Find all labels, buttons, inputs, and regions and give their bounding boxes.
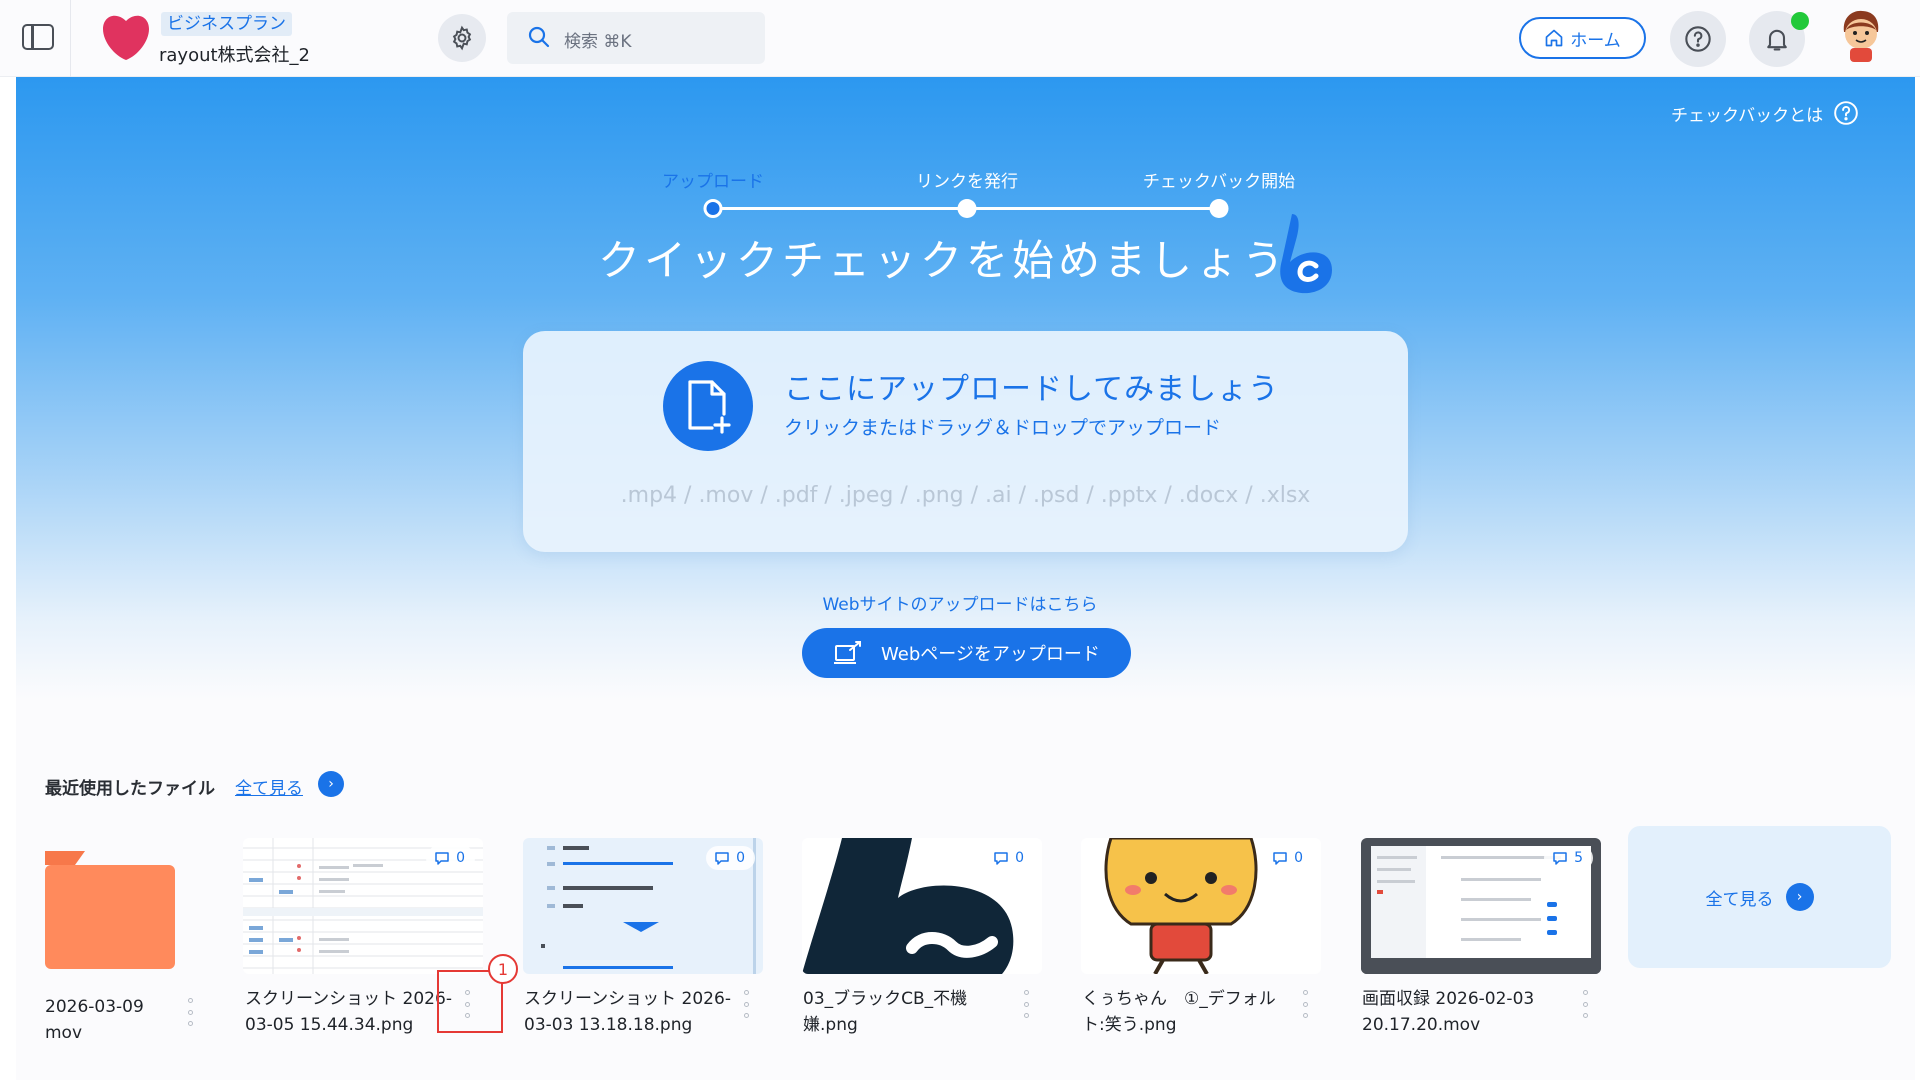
file-name[interactable]: スクリーンショット 2026- 03-03 13.18.18.png [524,986,734,1038]
top-header: ビジネスプラン rayout株式会社_2 検索 ⌘K ホーム [0,0,1920,77]
help-circle-icon [1834,101,1858,125]
step-label-upload: アップロード [662,172,764,192]
comment-count: 0 [736,850,745,866]
bell-icon [1767,29,1787,51]
see-all-tile-label: 全て見る [1705,889,1774,910]
comment-count-badge: 5 [1544,846,1593,870]
help-button[interactable] [1670,11,1726,67]
file-thumbnail[interactable]: 5 [1361,838,1601,974]
file-name[interactable]: スクリーンショット 2026- 03-05 15.44.34.png [245,986,455,1038]
comment-count: 0 [1294,850,1303,866]
file-name-line2: 嫌.png [803,1015,858,1035]
sidebar-toggle-icon[interactable] [22,24,54,50]
file-name-line1: スクリーンショット 2026- [524,989,731,1009]
file-name[interactable]: 2026-03-09 mov [45,994,255,1046]
upload-subtitle: クリックまたはドラッグ＆ドロップでアップロード [784,417,1222,439]
file-name[interactable]: 画面収録 2026-02-03 20.17.20.mov [1362,986,1572,1038]
file-name-line1: 画面収録 2026-02-03 [1362,989,1535,1009]
org-logo[interactable] [101,12,151,62]
home-label: ホーム [1570,30,1621,51]
hero-title: クイックチェックを始めましょう [598,236,1289,285]
step-label-issue-link: リンクを発行 [916,172,1018,192]
file-name-line1: スクリーンショット 2026- [245,989,452,1009]
file-name-line1: 2026-03-09 [45,997,144,1017]
recent-files-title: 最近使用したファイル [45,779,215,799]
more-options-icon[interactable] [1021,990,1031,1018]
web-upload-button-label: Webページをアップロード [881,644,1100,665]
file-thumbnail[interactable]: 0 [243,838,483,974]
step-dot-upload [703,199,723,218]
file-name[interactable]: 03_ブラックCB_不機 嫌.png [803,986,1013,1038]
user-avatar[interactable] [1836,8,1886,66]
more-options-icon[interactable] [1580,990,1590,1018]
file-name-line1: くぅちゃん ①_デフォル [1082,989,1276,1009]
comment-icon [715,852,729,865]
supported-formats: .mp4 / .mov / .pdf / .jpeg / .png / .ai … [620,483,1311,508]
file-name-line2: 03-03 13.18.18.png [524,1015,693,1035]
comment-count: 5 [1574,850,1583,866]
comment-icon [435,852,449,865]
web-upload-button[interactable]: Webページをアップロード [802,628,1131,678]
brand-mark-icon [1280,214,1332,294]
step-label-start-checkback: チェックバック開始 [1142,172,1296,192]
chevron-right-icon[interactable]: › [318,771,344,797]
file-name-line2: mov [45,1023,83,1043]
comment-count-badge: 0 [426,846,475,870]
comment-icon [1273,852,1287,865]
upload-title: ここにアップロードしてみましょう [784,372,1280,407]
step-dot-start-checkback [1209,199,1229,218]
file-name[interactable]: くぅちゃん ①_デフォル ト:笑う.png [1082,986,1292,1038]
home-button[interactable]: ホーム [1519,17,1646,59]
comment-count-badge: 0 [1264,846,1313,870]
help-icon [1685,26,1711,52]
comment-icon [994,852,1008,865]
org-name[interactable]: rayout株式会社_2 [159,41,310,67]
file-thumbnail[interactable]: 0 [1081,838,1321,974]
search-input[interactable]: 検索 ⌘K [507,12,765,64]
settings-button[interactable] [438,14,486,62]
web-upload-link[interactable]: Webサイトのアップロードはこちら [0,590,1920,615]
upload-dropzone[interactable]: ここにアップロードしてみましょう クリックまたはドラッグ＆ドロップでアップロード… [523,331,1408,552]
plan-badge: ビジネスプラン [161,12,292,36]
step-dot-issue-link [957,199,977,218]
whats-checkback-link[interactable]: チェックバックとは [1671,100,1859,126]
folder-icon[interactable] [45,851,175,969]
file-thumbnail[interactable]: 0 [523,838,763,974]
annotation-marker: 1 [488,954,518,984]
comment-count-badge: 0 [985,846,1034,870]
gear-icon [452,25,472,51]
home-icon [1545,29,1563,47]
file-add-icon [663,361,753,451]
file-name-line1: 03_ブラックCB_不機 [803,989,968,1009]
see-all-tile[interactable]: 全て見る › [1628,826,1891,968]
chevron-right-icon: › [1785,883,1814,911]
file-name-line2: 20.17.20.mov [1362,1015,1481,1035]
header-divider [70,0,71,77]
file-thumbnail[interactable]: 0 [802,838,1042,974]
search-placeholder: 検索 ⌘K [564,32,632,52]
file-name-line2: 03-05 15.44.34.png [245,1015,414,1035]
search-icon [528,26,550,48]
file-name-line2: ト:笑う.png [1082,1015,1177,1035]
more-options-icon[interactable] [185,998,195,1026]
more-options-icon[interactable] [741,990,751,1018]
comment-count-badge: 0 [706,846,755,870]
whats-checkback-label: チェックバックとは [1671,105,1824,126]
notification-dot [1791,12,1809,30]
web-upload-icon [834,641,862,664]
more-options-icon[interactable] [1300,990,1310,1018]
comment-icon [1553,852,1567,865]
comment-count: 0 [456,850,465,866]
comment-count: 0 [1015,850,1024,866]
see-all-link[interactable]: 全て見る [235,774,303,799]
